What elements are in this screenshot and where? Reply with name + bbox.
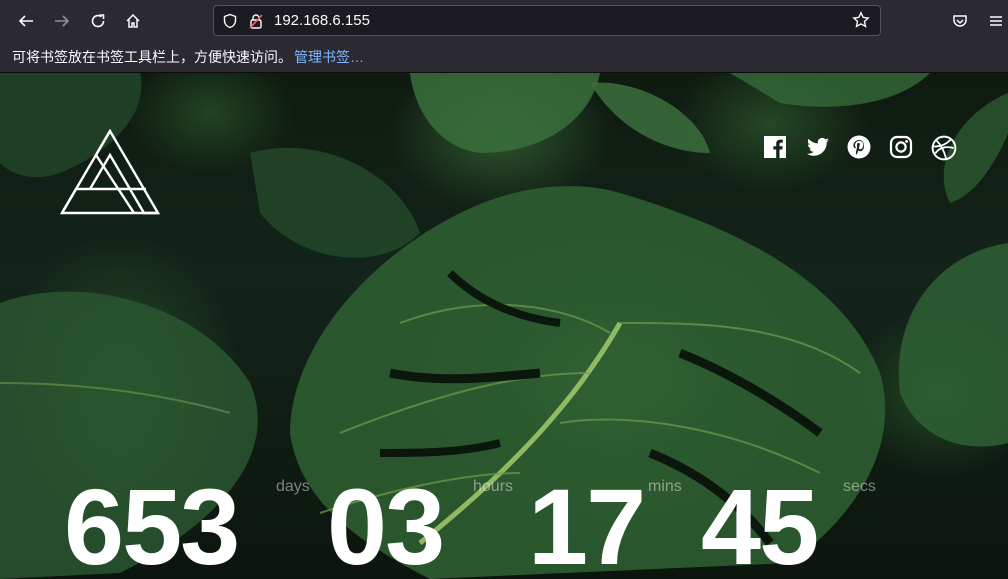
browser-toolbar: 192.168.6.155 xyxy=(0,0,1008,41)
reload-button[interactable] xyxy=(85,8,111,34)
bookmark-star-icon[interactable] xyxy=(852,11,870,34)
pocket-icon xyxy=(953,15,967,27)
forward-button[interactable] xyxy=(49,8,75,34)
back-button[interactable] xyxy=(13,8,39,34)
shield-icon[interactable] xyxy=(220,11,240,31)
menu-button[interactable] xyxy=(983,8,1008,34)
pocket-button[interactable] xyxy=(947,8,973,34)
countdown-secs: 45 xyxy=(701,466,819,579)
dribbble-icon[interactable] xyxy=(931,135,973,161)
countdown-days: 653 xyxy=(64,466,240,579)
reload-icon xyxy=(91,14,105,28)
countdown-hours-label: hours xyxy=(473,478,514,495)
insecure-lock-icon[interactable] xyxy=(246,11,266,31)
facebook-icon[interactable] xyxy=(763,135,805,159)
manage-bookmarks-link[interactable]: 管理书签… xyxy=(294,47,364,67)
countdown-secs-label: secs xyxy=(843,478,876,495)
bookmarks-toolbar: 可将书签放在书签工具栏上，方便快速访问。 管理书签… xyxy=(0,41,1008,73)
url-bar[interactable]: 192.168.6.155 xyxy=(213,5,881,36)
countdown-hours: 03 xyxy=(327,466,445,579)
hamburger-menu-icon xyxy=(990,16,1002,26)
forward-arrow-icon xyxy=(55,15,70,27)
countdown-mins: 17 xyxy=(528,466,646,579)
url-text[interactable]: 192.168.6.155 xyxy=(274,12,370,29)
countdown-days-label: days xyxy=(276,478,310,495)
penrose-triangle-logo-icon xyxy=(60,129,160,215)
home-icon xyxy=(126,13,140,28)
countdown-mins-label: mins xyxy=(648,478,682,495)
bookmarks-prompt: 可将书签放在书签工具栏上，方便快速访问。 xyxy=(12,48,292,65)
social-links xyxy=(763,135,973,161)
instagram-icon[interactable] xyxy=(889,135,931,159)
pinterest-icon[interactable] xyxy=(847,135,889,159)
twitter-icon[interactable] xyxy=(805,135,847,159)
back-arrow-icon xyxy=(18,15,33,27)
home-button[interactable] xyxy=(120,8,146,34)
